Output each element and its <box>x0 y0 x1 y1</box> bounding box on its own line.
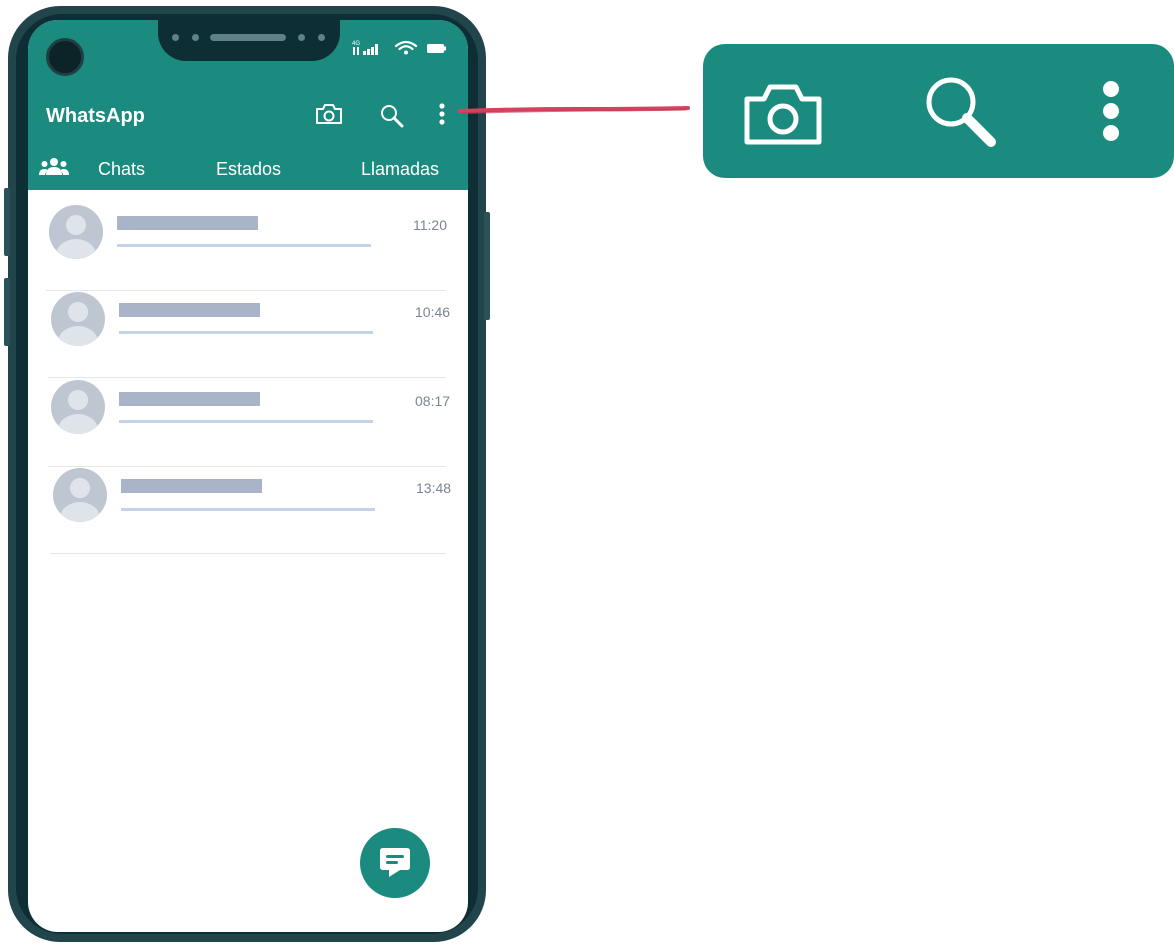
chat-name-placeholder <box>121 479 262 493</box>
tab-estados[interactable]: Estados <box>216 159 281 180</box>
communities-icon[interactable] <box>38 157 70 179</box>
chat-time: 10:46 <box>415 304 451 320</box>
tab-llamadas[interactable]: Llamadas <box>361 159 439 180</box>
chat-message-placeholder <box>119 420 373 423</box>
avatar <box>49 205 103 259</box>
divider <box>50 553 446 554</box>
callout-line <box>458 106 690 114</box>
camera-icon[interactable] <box>743 82 823 146</box>
chat-message-placeholder <box>121 508 375 511</box>
new-chat-icon <box>380 848 410 877</box>
chat-message-placeholder <box>119 331 373 334</box>
chat-name-placeholder <box>119 303 260 317</box>
svg-text:4G: 4G <box>352 41 360 47</box>
chat-time: 13:48 <box>416 480 452 496</box>
avatar <box>51 380 105 434</box>
search-icon[interactable] <box>378 102 406 130</box>
new-chat-button[interactable] <box>360 828 430 898</box>
chat-row[interactable]: 13:48 <box>28 463 468 554</box>
toolbar-zoom-panel <box>703 44 1174 178</box>
chat-row[interactable]: 11:20 <box>28 200 468 291</box>
volume-down-button <box>4 278 10 346</box>
app-title: WhatsApp <box>46 105 145 127</box>
chat-message-placeholder <box>117 244 371 247</box>
avatar <box>53 468 107 522</box>
search-icon[interactable] <box>921 72 1001 152</box>
tab-chats[interactable]: Chats <box>98 159 145 180</box>
chat-time: 08:17 <box>415 393 451 409</box>
status-bar-icons: 4G <box>352 40 446 55</box>
app-header: 4G WhatsApp Chats Estados Llamadas <box>28 20 468 190</box>
avatar <box>51 292 105 346</box>
phone-screen: 4G WhatsApp Chats Estados Llamadas 11:20… <box>28 20 468 932</box>
more-vertical-icon[interactable] <box>1097 80 1125 146</box>
chat-row[interactable]: 08:17 <box>28 376 468 467</box>
volume-up-button <box>4 188 10 256</box>
front-camera <box>46 38 84 76</box>
chat-row[interactable]: 10:46 <box>28 287 468 378</box>
chat-name-placeholder <box>119 392 260 406</box>
notch <box>158 20 340 61</box>
chat-name-placeholder <box>117 216 258 230</box>
camera-icon[interactable] <box>314 102 344 126</box>
chat-time: 11:20 <box>413 217 447 233</box>
power-button <box>484 212 490 320</box>
more-vertical-icon[interactable] <box>436 102 448 128</box>
